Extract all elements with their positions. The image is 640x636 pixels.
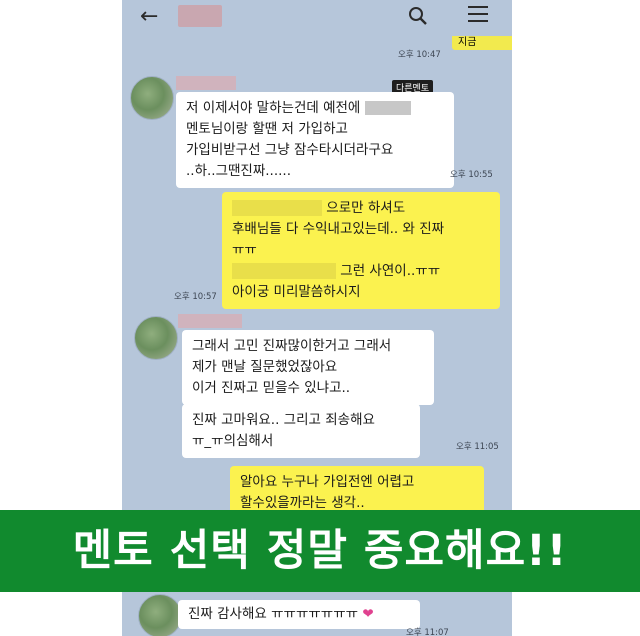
- message-time: 오후 10:57: [174, 292, 217, 302]
- sender-name-redacted: [176, 76, 236, 90]
- arrow-left-icon[interactable]: ←: [140, 4, 158, 29]
- message-text: 저 이제서야 말하는건데 예전에: [186, 100, 361, 116]
- message-text: ㅠ_ㅠ의심해서: [192, 433, 274, 449]
- message-text: 진짜 감사해요 ㅠㅠㅠㅠㅠㅠㅠ: [188, 606, 359, 622]
- message-text: 후배님들 다 수익내고있는데.. 와 진짜: [232, 221, 445, 237]
- message-bubble-partial: 지금: [452, 36, 512, 50]
- message-bubble: 저 이제서야 말하는건데 예전에 멘토님이랑 할땐 저 가입하고 가입비받구선 …: [176, 92, 454, 188]
- message-text: 가입비받구선 그냥 잠수타시더라구요: [186, 142, 394, 158]
- message-text: 이거 진짜고 믿을수 있냐고..: [192, 380, 351, 396]
- avatar[interactable]: [134, 316, 178, 360]
- message-text: 그런 사연이..ㅠㅠ: [340, 263, 441, 279]
- message-text: 멘토님이랑 할땐 저 가입하고: [186, 121, 348, 137]
- redacted-text: [232, 200, 322, 216]
- message-bubble: 진짜 고마워요.. 그리고 죄송해요 ㅠ_ㅠ의심해서: [182, 404, 420, 458]
- my-message-bubble: 으로만 하셔도 후배님들 다 수익내고있는데.. 와 진짜 ㅠㅠ 그런 사연이.…: [222, 192, 500, 309]
- message-text: 아이궁 미리말씀하시지: [232, 284, 361, 300]
- message-time: 오후 10:55: [450, 170, 493, 180]
- message-text: 알아요 누구나 가입전엔 어렵고: [240, 474, 415, 490]
- message-text: ..하..그땐진짜......: [186, 163, 292, 179]
- message-time: 오후 10:47: [398, 50, 441, 60]
- caption-banner: 멘토 선택 정말 중요해요!!: [0, 510, 640, 592]
- chat-header: ←: [122, 0, 512, 36]
- message-time: 오후 11:05: [456, 442, 499, 452]
- message-text: 그래서 고민 진짜많이한거고 그래서: [192, 338, 392, 354]
- message-bubble: 진짜 감사해요 ㅠㅠㅠㅠㅠㅠㅠ ❤: [178, 600, 420, 629]
- search-icon[interactable]: [408, 6, 428, 26]
- message-text: 제가 맨날 질문했었잖아요: [192, 359, 338, 375]
- avatar[interactable]: [130, 76, 174, 120]
- message-time: 오후 11:07: [406, 628, 449, 636]
- sender-name-redacted: [178, 314, 242, 328]
- message-text: ㅠㅠ: [232, 242, 257, 258]
- message-text: 으로만 하셔도: [326, 200, 406, 216]
- heart-emoji-icon: ❤: [358, 606, 374, 622]
- redacted-text: [232, 263, 336, 279]
- chat-title-redacted: [178, 5, 222, 27]
- avatar[interactable]: [138, 594, 182, 636]
- message-text: 진짜 고마워요.. 그리고 죄송해요: [192, 412, 375, 428]
- hamburger-menu-icon[interactable]: [468, 6, 488, 24]
- redacted-text: [364, 101, 411, 115]
- message-bubble: 그래서 고민 진짜많이한거고 그래서 제가 맨날 질문했었잖아요 이거 진짜고 …: [182, 330, 434, 405]
